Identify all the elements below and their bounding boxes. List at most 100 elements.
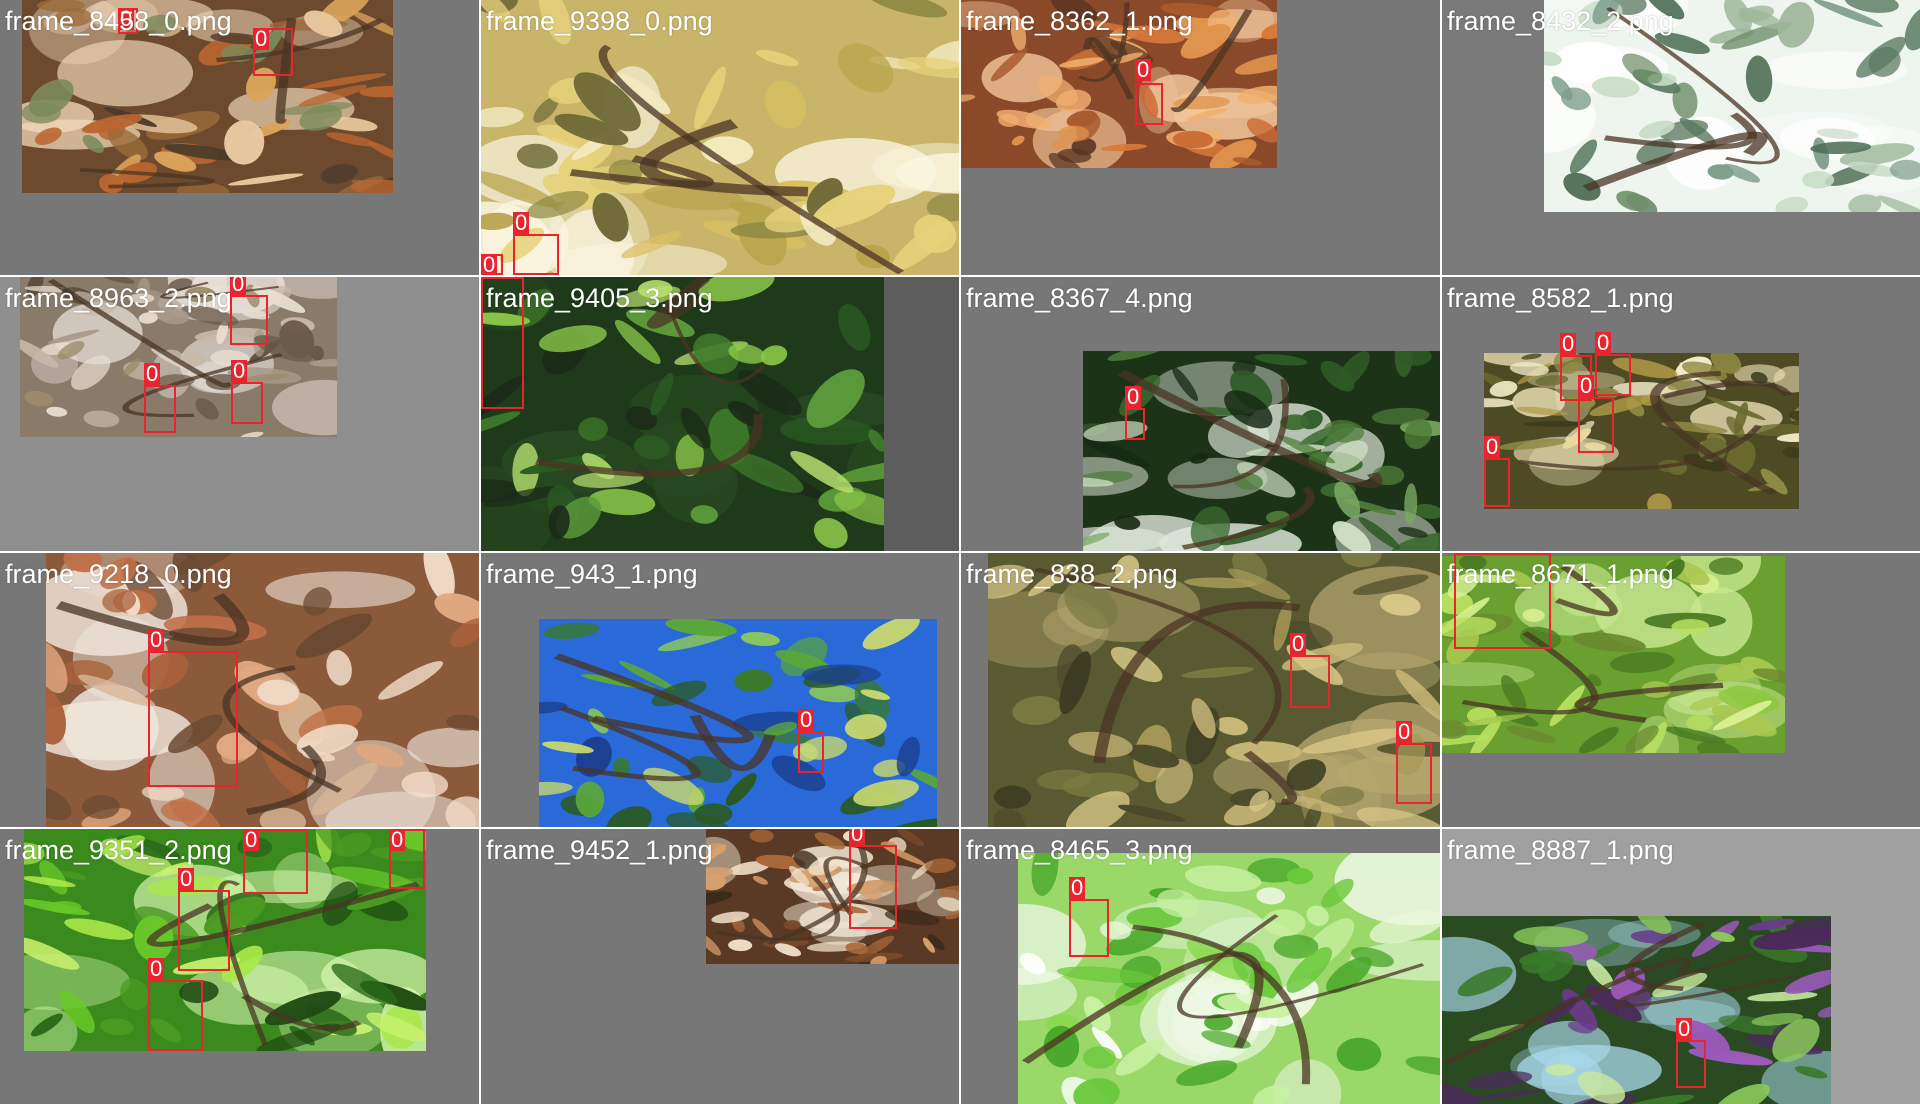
mosaic-tile: 0 frame_8465_3.png: [961, 829, 1440, 1104]
tile-filename: frame_8367_4.png: [966, 283, 1193, 313]
detection-class-label: 0: [849, 829, 866, 845]
tile-photo: [481, 277, 884, 551]
detection-class-label: 0: [389, 829, 406, 852]
tile-photo: [1484, 353, 1799, 509]
foliage-image: [481, 277, 884, 551]
tile-filename: frame_8582_1.png: [1447, 283, 1674, 313]
leaf-shape: [802, 664, 881, 685]
tile-photo: [539, 619, 937, 827]
foliage-image: [1484, 353, 1799, 509]
mosaic-tile: 0 frame_8887_1.png: [1442, 829, 1920, 1104]
detection-box: 0: [1396, 721, 1432, 804]
detection-box: 0: [513, 212, 559, 275]
detection-box: 0: [1290, 633, 1330, 708]
detection-box: 0: [849, 829, 897, 929]
tile-photo: [1083, 351, 1440, 551]
mosaic-tile: frame_8671_1.png: [1442, 553, 1920, 827]
detection-box: 0: [148, 958, 203, 1051]
detection-box: 0: [389, 829, 425, 889]
tile-filename: frame_9405_3.png: [486, 283, 713, 313]
tile-filename: frame_8458_0.png: [5, 6, 232, 36]
leaf-shape: [1336, 1037, 1382, 1071]
tile-filename: frame_943_1.png: [486, 559, 698, 589]
tile-filename: frame_8887_1.png: [1447, 835, 1674, 865]
detection-class-label: 0: [178, 866, 195, 891]
foliage-image: [539, 619, 937, 827]
detection-box: 0: [230, 277, 268, 345]
detection-box: 0: [1069, 877, 1109, 957]
detection-box: 0: [798, 709, 824, 773]
background-light-patch: [57, 39, 194, 107]
detection-class-label: 0: [148, 956, 165, 981]
tile-filename: frame_9218_0.png: [5, 559, 232, 589]
mosaic-tile: 0 frame_8367_4.png: [961, 277, 1440, 551]
tile-photo: [46, 553, 479, 827]
tile-filename: frame_9452_1.png: [486, 835, 713, 865]
detection-class-label: 0: [1484, 434, 1501, 459]
mosaic-tile: 0 frame_8362_1.png: [961, 0, 1440, 275]
detection-class-label: 0: [148, 627, 165, 652]
mosaic-tile: 0 0 frame_838_2.png: [961, 553, 1440, 827]
tile-filename: frame_8432_2.png: [1447, 6, 1674, 36]
leaf-shape: [575, 781, 605, 818]
detection-mosaic: 0 0 frame_8458_0.png 0 0 frame_9398_0.pn…: [0, 0, 1920, 1104]
detection-class-label: 0: [513, 210, 530, 235]
mosaic-tile: 0 frame_943_1.png: [481, 553, 959, 827]
tile-filename: frame_9351_2.png: [5, 835, 232, 865]
detection-class-label: 0: [1595, 330, 1612, 355]
detection-class-label: 0: [230, 277, 247, 295]
detection-class-label: 0: [253, 26, 270, 51]
tile-filename: frame_838_2.png: [966, 559, 1178, 589]
detection-class-label: 0: [1396, 719, 1413, 744]
mosaic-tile: 0 0 0 0 frame_9351_2.png: [0, 829, 479, 1104]
mosaic-tile: 0 0 0 frame_8963_2.png: [0, 277, 479, 551]
tile-filename: frame_9398_0.png: [486, 6, 713, 36]
foliage-image: [1442, 916, 1831, 1104]
tile-photo: [988, 553, 1440, 827]
detection-box: 0: [1578, 375, 1614, 453]
tile-photo: [706, 829, 959, 964]
tile-filename: frame_8963_2.png: [5, 283, 232, 313]
detection-box: 0: [1135, 59, 1163, 125]
detection-box: 0: [1595, 332, 1631, 396]
detection-box: 0: [253, 28, 293, 76]
mosaic-tile: 0 0 frame_8458_0.png: [0, 0, 479, 275]
detection-box: 0: [231, 360, 263, 424]
foliage-image: [1083, 351, 1440, 551]
detection-class-label: 0: [1560, 331, 1577, 356]
tile-filename: frame_8465_3.png: [966, 835, 1193, 865]
background-light-patch: [1527, 1020, 1611, 1070]
mosaic-tile: 0 frame_9218_0.png: [0, 553, 479, 827]
tile-filename: frame_8671_1.png: [1447, 559, 1674, 589]
detection-class-label: 0: [798, 707, 815, 732]
detection-class-label: 0: [1125, 384, 1142, 409]
mosaic-tile: 0 0 0 0 frame_8582_1.png: [1442, 277, 1920, 551]
detection-class-label: 0: [231, 358, 248, 383]
detection-box: 0: [1125, 386, 1145, 440]
tile-photo: [1442, 916, 1831, 1104]
detection-box: 0: [481, 254, 503, 275]
detection-class-label: 0: [1135, 57, 1152, 82]
background-light-patch: [265, 571, 416, 609]
detection-box: 0: [144, 363, 176, 433]
detection-class-label: 0: [1676, 1016, 1693, 1041]
detection-box: 0: [1484, 436, 1510, 507]
mosaic-tile: frame_9405_3.png: [481, 277, 959, 551]
mosaic-tile: frame_8432_2.png: [1442, 0, 1920, 275]
detection-class-label: 0: [144, 361, 161, 386]
foliage-image: [988, 553, 1440, 827]
tile-filename: frame_8362_1.png: [966, 6, 1193, 36]
mosaic-tile: 0 0 frame_9398_0.png: [481, 0, 959, 275]
detection-box: 0: [243, 829, 308, 894]
detection-class-label: 0: [1290, 631, 1307, 656]
detection-box: 0: [178, 868, 230, 971]
mosaic-tile: 0 frame_9452_1.png: [481, 829, 959, 1104]
foliage-image: [706, 829, 959, 964]
detection-class-label: 0: [1069, 875, 1086, 900]
foliage-image: [46, 553, 479, 827]
detection-box: 0: [1676, 1018, 1706, 1088]
detection-class-label: 0: [243, 829, 260, 852]
detection-class-label: 0: [1578, 373, 1595, 398]
detection-class-label: 0: [481, 252, 498, 275]
detection-box: 0: [148, 629, 238, 787]
